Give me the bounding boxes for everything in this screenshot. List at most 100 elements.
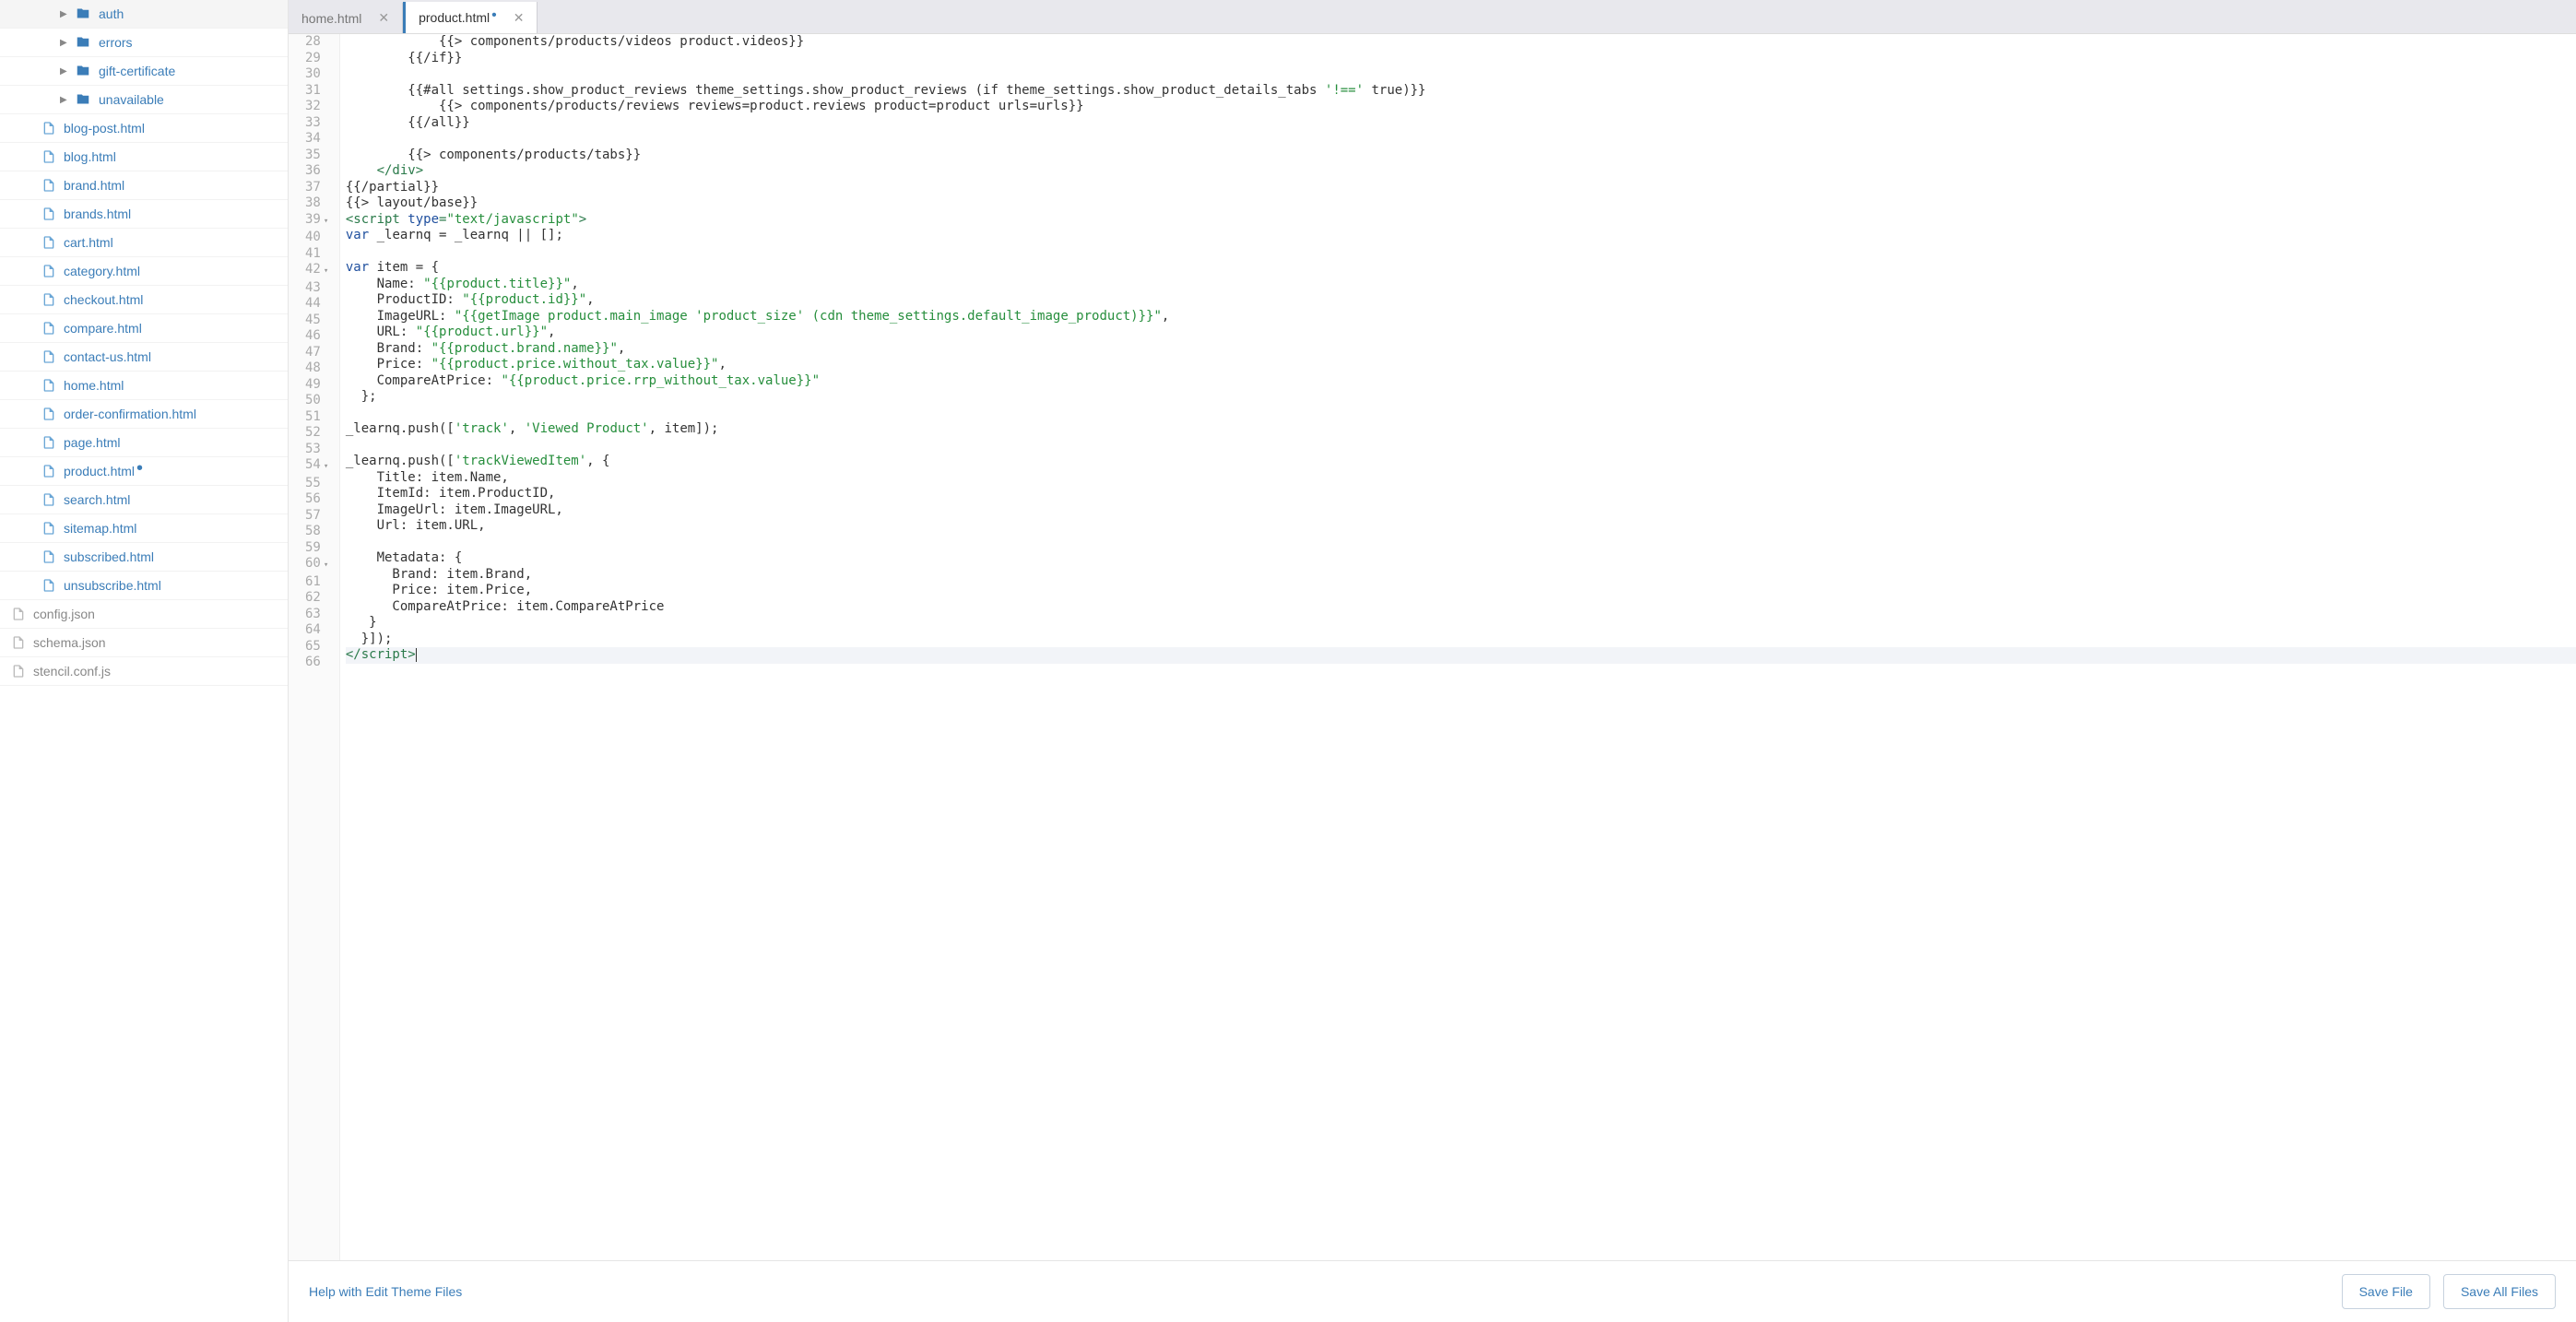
file-item[interactable]: config.json — [0, 600, 288, 629]
code-line[interactable]: {{/all}} — [346, 115, 2576, 132]
code-line[interactable] — [346, 131, 2576, 148]
code-line[interactable]: Title: item.Name, — [346, 470, 2576, 487]
code-line[interactable]: {{> components/products/tabs}} — [346, 148, 2576, 164]
editor-tab[interactable]: product.html•✕ — [403, 2, 538, 33]
code-line[interactable]: _learnq.push(['track', 'Viewed Product',… — [346, 421, 2576, 438]
code-line[interactable]: Price: item.Price, — [346, 583, 2576, 599]
code-line[interactable]: {{#all settings.show_product_reviews the… — [346, 83, 2576, 100]
file-item[interactable]: schema.json — [0, 629, 288, 657]
folder-item[interactable]: ▶ gift-certificate — [0, 57, 288, 86]
code-line[interactable]: {{> layout/base}} — [346, 195, 2576, 212]
folder-icon — [75, 6, 91, 21]
chevron-right-icon: ▶ — [60, 66, 69, 77]
fold-triangle-icon[interactable]: ▾ — [321, 459, 328, 476]
code-line[interactable]: {{> components/products/reviews reviews=… — [346, 99, 2576, 115]
folder-item[interactable]: ▶errors — [0, 29, 288, 57]
file-item[interactable]: unsubscribe.html — [0, 572, 288, 600]
fold-triangle-icon[interactable]: ▾ — [321, 558, 328, 574]
code-line[interactable]: }]); — [346, 631, 2576, 648]
file-label: home.html — [64, 378, 124, 393]
folder-icon — [75, 35, 91, 50]
code-line[interactable] — [346, 406, 2576, 422]
file-icon — [11, 607, 26, 621]
file-item[interactable]: compare.html — [0, 314, 288, 343]
file-item[interactable]: page.html — [0, 429, 288, 457]
code-line[interactable]: ProductID: "{{product.id}}", — [346, 292, 2576, 309]
fold-triangle-icon[interactable]: ▾ — [321, 214, 328, 230]
code-line[interactable] — [346, 66, 2576, 83]
file-label: category.html — [64, 264, 140, 278]
file-item[interactable]: product.html• — [0, 457, 288, 486]
code-line[interactable] — [346, 535, 2576, 551]
code-line[interactable]: ImageUrl: item.ImageURL, — [346, 502, 2576, 519]
file-icon — [41, 578, 56, 593]
help-link[interactable]: Help with Edit Theme Files — [309, 1284, 462, 1299]
file-item[interactable]: brands.html — [0, 200, 288, 229]
code-line[interactable]: </div> — [346, 163, 2576, 180]
text-cursor — [416, 648, 417, 662]
editor-tab[interactable]: home.html ✕ — [289, 3, 403, 33]
code-line[interactable]: </script> — [346, 647, 2576, 664]
file-label: cart.html — [64, 235, 113, 250]
file-label: product.html — [64, 464, 135, 478]
file-item[interactable]: brand.html — [0, 171, 288, 200]
code-line[interactable]: ItemId: item.ProductID, — [346, 486, 2576, 502]
file-item[interactable]: home.html — [0, 372, 288, 400]
code-line[interactable]: URL: "{{product.url}}", — [346, 325, 2576, 341]
file-item[interactable]: order-confirmation.html — [0, 400, 288, 429]
chevron-right-icon: ▶ — [60, 9, 69, 19]
code-line[interactable]: _learnq.push(['trackViewedItem', { — [346, 454, 2576, 470]
code-line[interactable]: Brand: "{{product.brand.name}}", — [346, 341, 2576, 358]
file-label: config.json — [33, 607, 95, 621]
code-line[interactable]: var _learnq = _learnq || []; — [346, 228, 2576, 244]
file-icon — [41, 378, 56, 393]
code-line[interactable]: CompareAtPrice: item.CompareAtPrice — [346, 599, 2576, 616]
file-item[interactable]: blog.html — [0, 143, 288, 171]
folder-item[interactable]: ▶auth — [0, 0, 288, 29]
close-icon[interactable]: ✕ — [378, 10, 389, 26]
fold-triangle-icon[interactable]: ▾ — [321, 264, 328, 280]
code-line[interactable]: <script type="text/javascript"> — [346, 212, 2576, 229]
file-item[interactable]: contact-us.html — [0, 343, 288, 372]
code-line[interactable]: } — [346, 615, 2576, 631]
code-line[interactable]: {{/if}} — [346, 51, 2576, 67]
chevron-right-icon: ▶ — [60, 38, 69, 48]
save-file-button[interactable]: Save File — [2342, 1274, 2430, 1309]
file-icon — [41, 435, 56, 450]
code-line[interactable]: ImageURL: "{{getImage product.main_image… — [346, 309, 2576, 325]
file-label: subscribed.html — [64, 549, 154, 564]
file-icon — [41, 464, 56, 478]
code-line[interactable] — [346, 244, 2576, 261]
file-label: checkout.html — [64, 292, 143, 307]
tab-label: home.html — [301, 11, 361, 26]
file-label: contact-us.html — [64, 349, 151, 364]
file-item[interactable]: search.html — [0, 486, 288, 514]
folder-label: gift-certificate — [99, 64, 175, 78]
folder-item[interactable]: ▶unavailable — [0, 86, 288, 114]
file-item[interactable]: blog-post.html — [0, 114, 288, 143]
code-content[interactable]: {{> components/products/videos product.v… — [340, 34, 2576, 1260]
file-icon — [41, 321, 56, 336]
code-line[interactable]: Metadata: { — [346, 550, 2576, 567]
code-line[interactable]: CompareAtPrice: "{{product.price.rrp_wit… — [346, 373, 2576, 390]
code-line[interactable]: Name: "{{product.title}}", — [346, 277, 2576, 293]
file-item[interactable]: stencil.conf.js — [0, 657, 288, 686]
code-line[interactable]: Url: item.URL, — [346, 518, 2576, 535]
file-label: schema.json — [33, 635, 106, 650]
file-item[interactable]: category.html — [0, 257, 288, 286]
code-line[interactable]: Price: "{{product.price.without_tax.valu… — [346, 357, 2576, 373]
code-line[interactable]: }; — [346, 389, 2576, 406]
code-line[interactable]: Brand: item.Brand, — [346, 567, 2576, 584]
file-item[interactable]: sitemap.html — [0, 514, 288, 543]
file-item[interactable]: subscribed.html — [0, 543, 288, 572]
code-editor[interactable]: 282930313233343536373839▾404142▾43444546… — [289, 34, 2576, 1260]
code-line[interactable] — [346, 438, 2576, 454]
save-all-files-button[interactable]: Save All Files — [2443, 1274, 2556, 1309]
code-line[interactable]: {{/partial}} — [346, 180, 2576, 196]
close-icon[interactable]: ✕ — [514, 10, 525, 26]
dirty-dot-icon: • — [491, 7, 497, 24]
file-item[interactable]: checkout.html — [0, 286, 288, 314]
file-item[interactable]: cart.html — [0, 229, 288, 257]
code-line[interactable]: var item = { — [346, 260, 2576, 277]
code-line[interactable]: {{> components/products/videos product.v… — [346, 34, 2576, 51]
